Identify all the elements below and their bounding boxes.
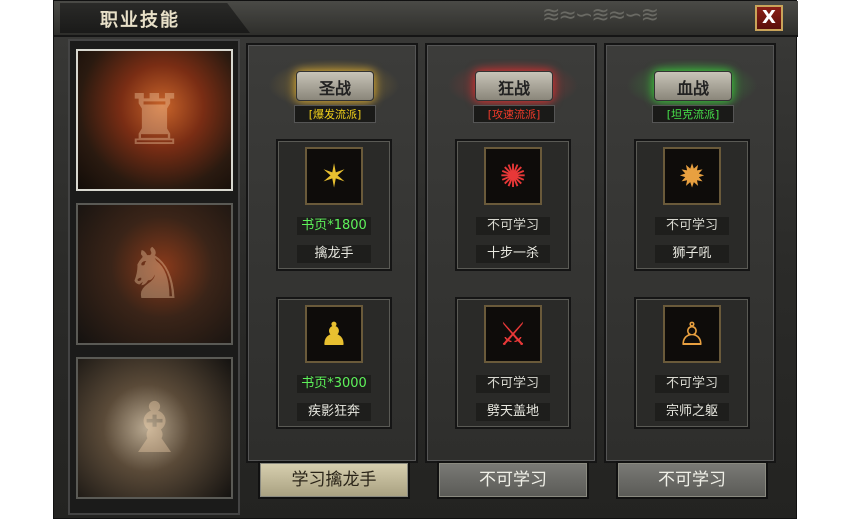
claw-icon: ✶ [305,147,363,205]
skill-name: 劈天盖地 [476,403,550,421]
branch-name: 狂战 [497,79,530,98]
branch-style: [攻速流派] [473,105,555,123]
class-portrait-list: ♜ ♞ ♝ [68,39,240,515]
swirl-icon: ✺ [484,147,542,205]
window-title: 职业技能 [100,10,180,31]
dash-icon: ♟ [305,305,363,363]
skill-cost: 书页*3000 [297,375,371,393]
skill-slot[interactable]: ✺ 不可学习 十步一杀 [455,139,571,271]
skill-cost: 不可学习 [476,375,550,393]
portrait-taoist[interactable]: ♝ [76,357,233,499]
aura-icon: ♙ [663,305,721,363]
skill-slot[interactable]: ✹ 不可学习 狮子吼 [634,139,750,271]
warrior-figure-icon: ♜ [123,79,186,161]
branch-column-kuangzhan: 狂战 [攻速流派] ✺ 不可学习 十步一杀 ⚔ 不可学习 劈天盖地 [425,43,597,463]
skill-slot[interactable]: ♟ 书页*3000 疾影狂奔 [276,297,392,429]
skill-name: 疾影狂奔 [297,403,371,421]
portrait-warrior[interactable]: ♜ [76,49,233,191]
branch-style: [坦克流派] [652,105,734,123]
skill-slot[interactable]: ✶ 书页*1800 擒龙手 [276,139,392,271]
branch-column-xuezhan: 血战 [坦克流派] ✹ 不可学习 狮子吼 ♙ 不可学习 宗师之躯 [604,43,776,463]
branch-emblem: 圣战 [爆发流派] [268,59,400,125]
skill-cost: 不可学习 [476,217,550,235]
blade-icon: ⚔ [484,305,542,363]
learn-button[interactable]: 不可学习 [437,461,589,499]
title-bar[interactable]: 职业技能 ≋≈∽≋≈∽≋ X [54,1,798,37]
emblem-plate: 圣战 [296,71,374,101]
skill-name: 十步一杀 [476,245,550,263]
dragon-ornament-icon: ≋≈∽≋≈∽≋ [542,3,659,28]
mage-figure-icon: ♞ [123,233,186,315]
learn-button[interactable]: 不可学习 [616,461,768,499]
close-button[interactable]: X [755,5,783,31]
skill-name: 宗师之躯 [655,403,729,421]
branch-name: 血战 [676,79,709,98]
learn-button[interactable]: 学习擒龙手 [258,461,410,499]
skill-name: 擒龙手 [297,245,371,263]
skill-name: 狮子吼 [655,245,729,263]
branch-style: [爆发流派] [294,105,376,123]
branch-name: 圣战 [318,79,351,98]
branch-emblem: 狂战 [攻速流派] [447,59,579,125]
skill-cost: 不可学习 [655,217,729,235]
burst-icon: ✹ [663,147,721,205]
taoist-figure-icon: ♝ [123,387,186,469]
skill-cost: 不可学习 [655,375,729,393]
skill-cost: 书页*1800 [297,217,371,235]
branch-column-shengzhan: 圣战 [爆发流派] ✶ 书页*1800 擒龙手 ♟ 书页*3000 疾影狂奔 [246,43,418,463]
branch-emblem: 血战 [坦克流派] [626,59,758,125]
skill-window: 职业技能 ≋≈∽≋≈∽≋ X ♜ ♞ ♝ 圣战 [爆发流派] ✶ 书页*1800… [53,0,798,519]
portrait-mage[interactable]: ♞ [76,203,233,345]
skill-slot[interactable]: ♙ 不可学习 宗师之躯 [634,297,750,429]
emblem-plate: 狂战 [475,71,553,101]
emblem-plate: 血战 [654,71,732,101]
skill-slot[interactable]: ⚔ 不可学习 劈天盖地 [455,297,571,429]
